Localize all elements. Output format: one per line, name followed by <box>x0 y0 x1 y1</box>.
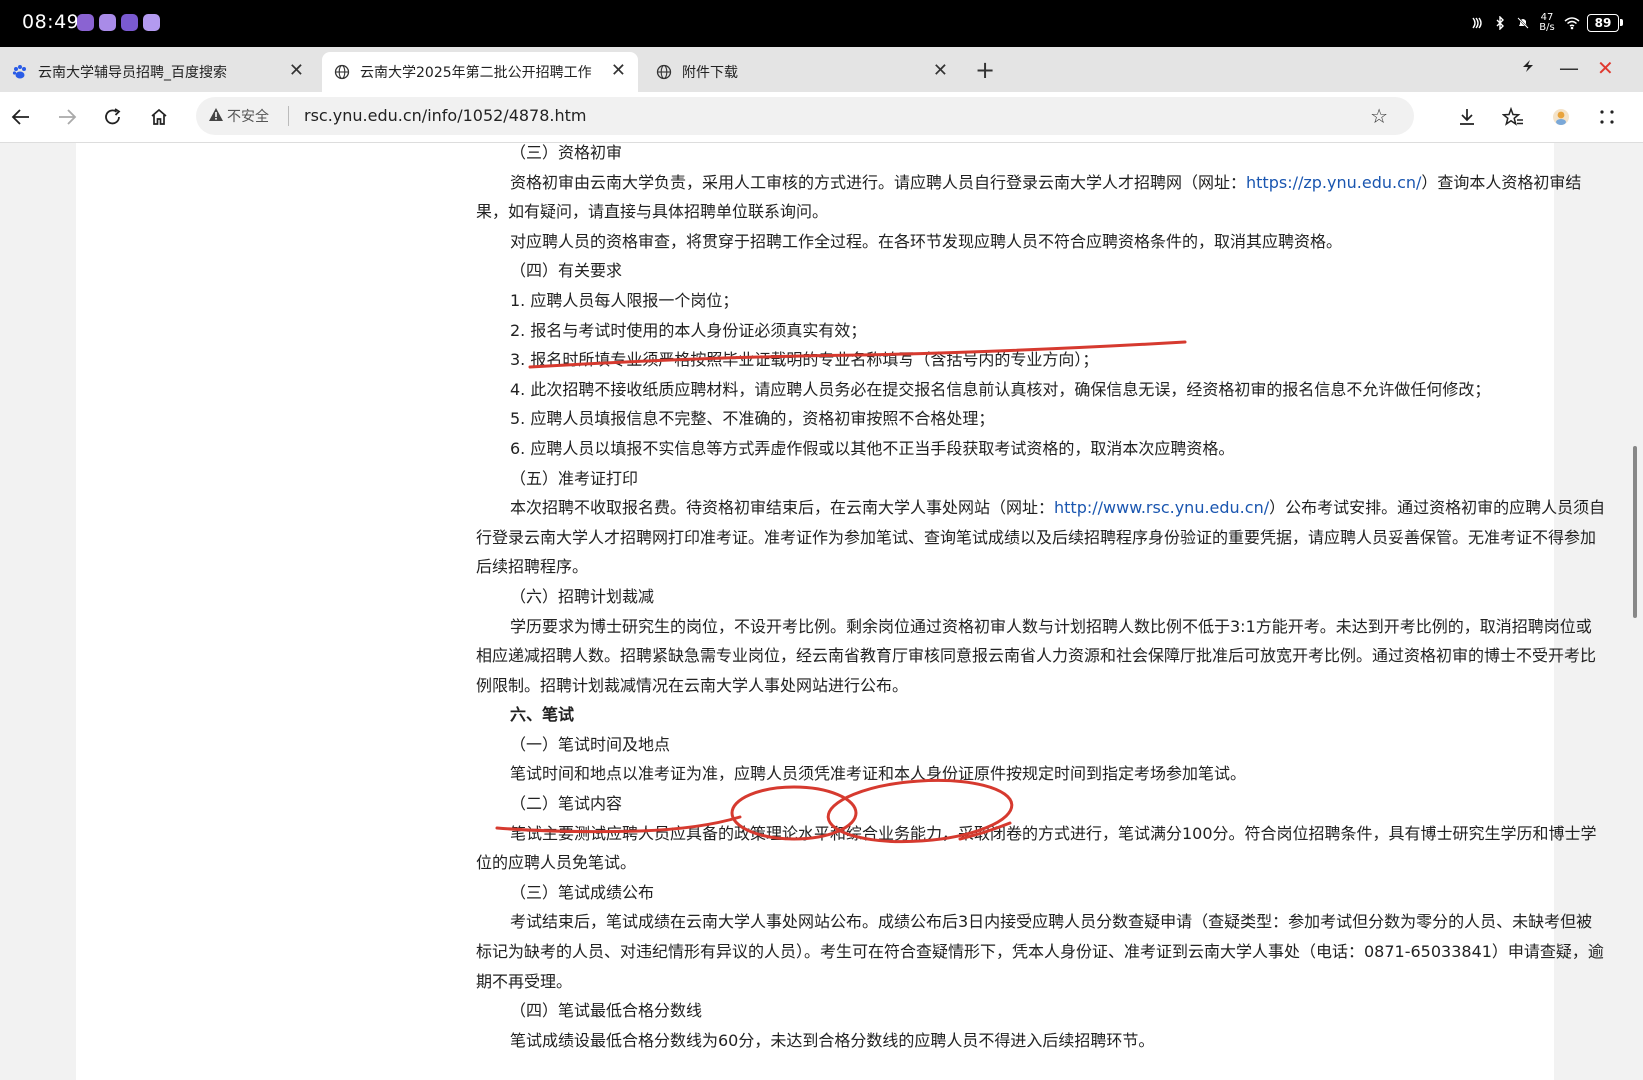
paragraph: 考试结束后，笔试成绩在云南大学人事处网站公布。成绩公布后3日内接受应聘人员分数查… <box>476 912 1604 991</box>
url-text[interactable]: rsc.ynu.edu.cn/info/1052/4878.htm <box>304 106 587 125</box>
chapter-title: 六、笔试 <box>510 705 575 725</box>
warning-icon <box>208 107 224 126</box>
nfc-icon <box>1470 16 1484 30</box>
divider <box>288 106 289 126</box>
section-heading: （二）笔试内容 <box>510 794 623 814</box>
reload-button[interactable] <box>100 104 126 130</box>
close-icon[interactable]: ✕ <box>611 62 626 80</box>
tab-baidu-search[interactable]: 云南大学辅导员招聘_百度搜索 ✕ <box>0 52 316 92</box>
close-icon[interactable]: ✕ <box>289 62 304 80</box>
tab-search-icon[interactable] <box>1519 56 1537 80</box>
minimize-button[interactable]: — <box>1559 56 1579 80</box>
paragraph: 对应聘人员的资格审查，将贯穿于招聘工作全过程。在各环节发现应聘人员不符合应聘资格… <box>510 231 1343 251</box>
recruitment-site-link[interactable]: https://zp.ynu.edu.cn/ <box>1246 173 1421 192</box>
notification-icon <box>143 14 160 31</box>
clock: 08:49 <box>22 11 80 33</box>
notification-icon <box>121 14 138 31</box>
navigation-bar: 不安全 rsc.ynu.edu.cn/info/1052/4878.htm ☆ <box>0 92 1643 143</box>
list-item: 4. 此次招聘不接收纸质应聘材料，请应聘人员务必在提交报名信息前认真核对，确保信… <box>510 379 1491 399</box>
article-container: （三）资格初审 资格初审由云南大学负责，采用人工审核的方式进行。请应聘人员自行登… <box>76 143 1605 1080</box>
new-tab-button[interactable]: + <box>975 56 995 84</box>
section-heading: （四）笔试最低合格分数线 <box>510 1001 703 1021</box>
section-heading: （四）有关要求 <box>510 261 623 281</box>
forward-button[interactable] <box>54 104 80 130</box>
download-button[interactable] <box>1454 104 1480 130</box>
network-speed-unit: B/s <box>1539 22 1555 33</box>
network-speed: 47 B/s <box>1539 13 1555 33</box>
address-bar[interactable]: 不安全 rsc.ynu.edu.cn/info/1052/4878.htm ☆ <box>196 97 1414 135</box>
mute-bell-icon <box>1516 16 1530 30</box>
close-icon[interactable]: ✕ <box>933 62 948 80</box>
notification-icon <box>99 14 116 31</box>
system-status-bar: 08:49 47 B/s 89 <box>0 0 1643 47</box>
globe-icon <box>656 64 672 80</box>
paragraph: 笔试成绩设最低合格分数线为60分，未达到合格分数线的应聘人员不得进入后续招聘环节… <box>510 1030 1155 1050</box>
globe-icon <box>334 64 350 80</box>
paragraph-text: 本次招聘不收取报名费。待资格初审结束后，在云南大学人事处网站（网址： <box>510 498 1055 518</box>
wifi-icon <box>1564 16 1580 30</box>
section-heading: （三）资格初审 <box>510 143 623 162</box>
bluetooth-icon <box>1493 15 1507 31</box>
paragraph: 资格初审由云南大学负责，采用人工审核的方式进行。请应聘人员自行登录云南大学人才招… <box>476 168 1606 227</box>
paragraph: 笔试主要测试应聘人员应具备的政策理论水平和综合业务能力，采取闭卷的方式进行，笔试… <box>476 823 1597 873</box>
tab-title: 云南大学2025年第二批公开招聘工作 <box>360 65 592 81</box>
section-heading: （三）笔试成绩公布 <box>510 882 655 902</box>
section-heading: （一）笔试时间及地点 <box>510 734 671 754</box>
tab-title: 附件下载 <box>682 65 738 81</box>
baidu-paw-icon <box>12 64 28 80</box>
back-button[interactable] <box>8 104 34 130</box>
hr-office-link[interactable]: http://www.rsc.ynu.edu.cn/ <box>1054 498 1269 517</box>
bookmark-star-icon[interactable]: ☆ <box>1370 104 1388 128</box>
tab-title: 云南大学辅导员招聘_百度搜索 <box>38 65 227 81</box>
home-button[interactable] <box>146 104 172 130</box>
web-page-viewport[interactable]: （三）资格初审 资格初审由云南大学负责，采用人工审核的方式进行。请应聘人员自行登… <box>0 143 1643 1080</box>
list-item: 1. 应聘人员每人限报一个岗位； <box>510 290 739 310</box>
section-heading: （五）准考证打印 <box>510 468 639 488</box>
favorites-button[interactable] <box>1500 104 1526 130</box>
close-window-button[interactable]: ✕ <box>1597 56 1614 80</box>
tab-strip: 云南大学辅导员招聘_百度搜索 ✕ 云南大学2025年第二批公开招聘工作 ✕ 附件… <box>0 47 1643 92</box>
paragraph: 本次招聘不收取报名费。待资格初审结束后，在云南大学人事处网站（网址：http:/… <box>476 493 1606 582</box>
list-item: 6. 应聘人员以填报不实信息等方式弄虚作假或以其他不正当手段获取考试资格的，取消… <box>510 438 1235 458</box>
list-item: 2. 报名与考试时使用的本人身份证必须真实有效； <box>510 320 867 340</box>
more-menu-icon[interactable] <box>1594 104 1620 130</box>
section-heading: （六）招聘计划裁减 <box>510 586 655 606</box>
paragraph-text: 资格初审由云南大学负责，采用人工审核的方式进行。请应聘人员自行登录云南大学人才招… <box>510 172 1247 192</box>
article-body: （三）资格初审 资格初审由云南大学负责，采用人工审核的方式进行。请应聘人员自行登… <box>476 143 1606 1055</box>
list-item: 3. 报名时所填专业须严格按照毕业证载明的专业名称填写（含括号内的专业方向）； <box>510 350 1099 370</box>
battery-indicator: 89 <box>1587 14 1623 32</box>
tab-recruitment-notice[interactable]: 云南大学2025年第二批公开招聘工作 ✕ <box>322 52 638 92</box>
paragraph: 学历要求为博士研究生的岗位，不设开考比例。剩余岗位通过资格初审人数与计划招聘人数… <box>476 616 1597 695</box>
paragraph: 笔试时间和地点以准考证为准，应聘人员须凭准考证和本人身份证原件按规定时间到指定考… <box>510 764 1247 784</box>
tab-attachment-download[interactable]: 附件下载 ✕ <box>644 52 960 92</box>
security-label: 不安全 <box>227 109 269 125</box>
scrollbar-thumb[interactable] <box>1633 446 1637 618</box>
list-item: 5. 应聘人员填报信息不完整、不准确的，资格初审按照不合格处理； <box>510 409 995 429</box>
notification-icon <box>77 14 94 31</box>
system-icons: 47 B/s 89 <box>1470 12 1623 34</box>
security-indicator[interactable]: 不安全 <box>208 106 269 126</box>
profile-avatar[interactable] <box>1548 104 1574 130</box>
